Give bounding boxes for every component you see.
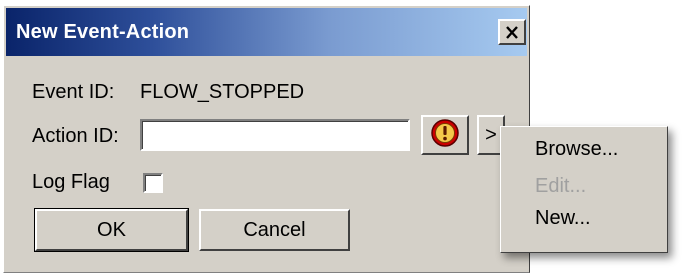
title-bar[interactable]: New Event-Action <box>6 8 527 56</box>
cancel-button[interactable]: Cancel <box>199 209 350 251</box>
log-flag-checkbox[interactable] <box>143 173 163 193</box>
alert-button[interactable] <box>421 115 469 155</box>
alert-icon <box>430 118 460 153</box>
menu-item-browse[interactable]: Browse... <box>535 138 618 161</box>
screen: New Event-Action Event ID: FLOW_STOPPED … <box>0 0 691 275</box>
more-button-label: > <box>485 123 497 146</box>
cancel-button-label: Cancel <box>243 218 306 241</box>
action-id-input[interactable] <box>140 119 410 151</box>
context-menu: Browse... Edit... New... <box>500 126 668 253</box>
close-icon <box>505 25 519 39</box>
ok-button[interactable]: OK <box>34 208 189 252</box>
action-id-label: Action ID: <box>32 125 119 147</box>
window-title: New Event-Action <box>16 21 190 43</box>
close-button[interactable] <box>498 19 526 45</box>
menu-item-edit: Edit... <box>535 175 587 197</box>
ok-button-label: OK <box>97 218 126 241</box>
event-id-value: FLOW_STOPPED <box>140 81 305 103</box>
menu-item-new[interactable]: New... <box>535 207 591 230</box>
log-flag-label: Log Flag <box>32 171 110 193</box>
new-event-action-dialog: New Event-Action Event ID: FLOW_STOPPED … <box>3 5 530 273</box>
event-id-label: Event ID: <box>32 81 115 103</box>
